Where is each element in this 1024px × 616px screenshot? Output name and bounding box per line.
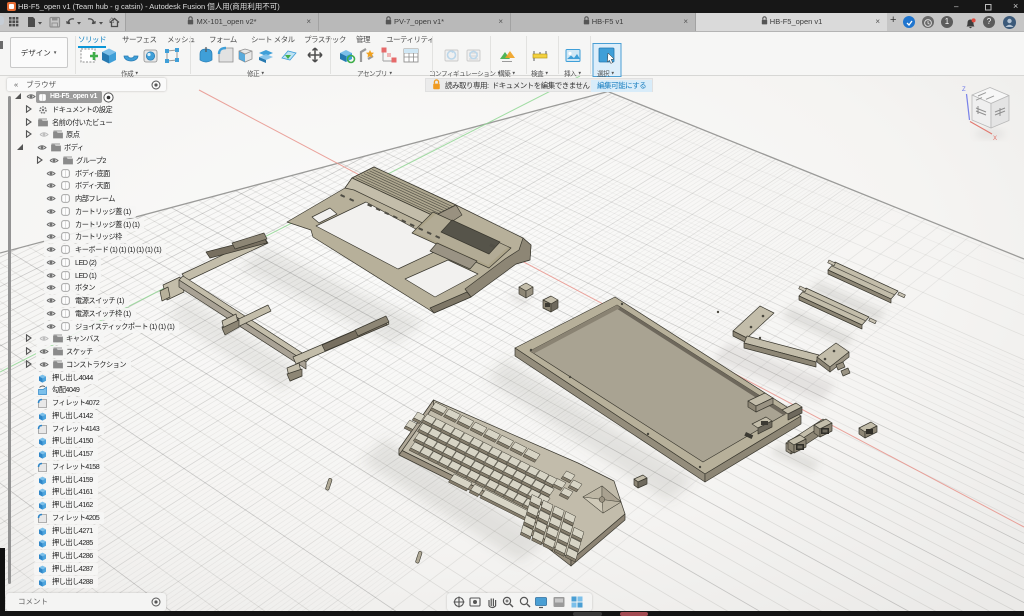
svg-text:X: X bbox=[993, 136, 997, 142]
svg-text:Z: Z bbox=[962, 87, 966, 93]
